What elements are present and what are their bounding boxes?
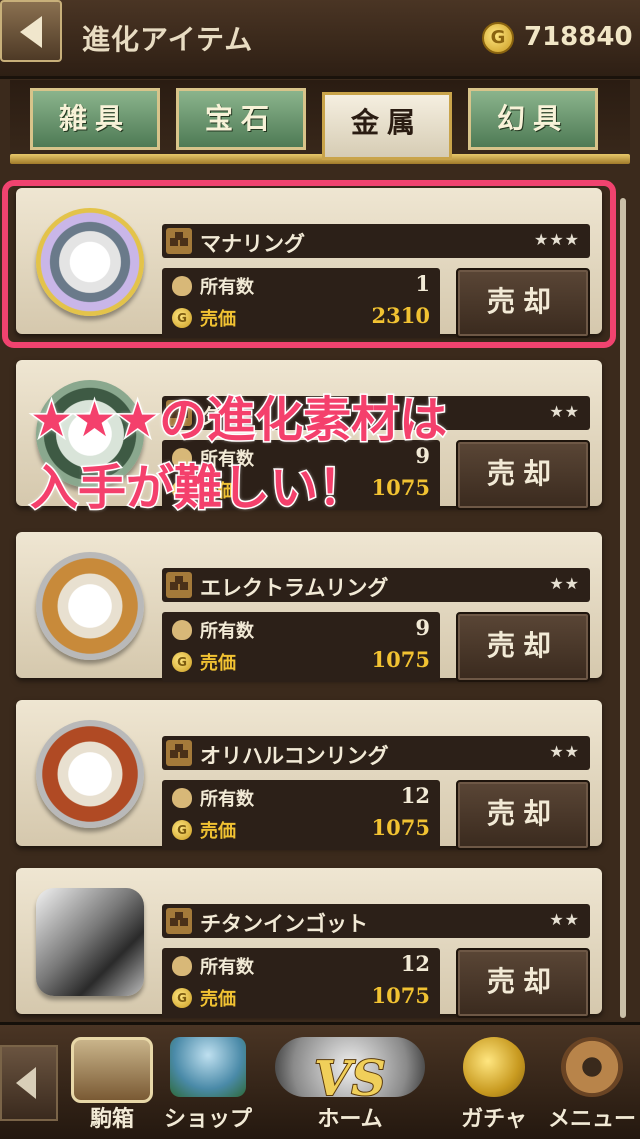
nav-label: ショップ <box>163 1106 253 1133</box>
count-label: 所有数 <box>200 957 254 978</box>
price-label: 売価 <box>200 653 236 674</box>
annotation-line-1: ★★★の進化素材は <box>28 391 448 450</box>
nav-label: メニュー <box>547 1106 637 1133</box>
nav-item-shop[interactable]: ショップ <box>160 1031 256 1135</box>
item-name: オリハルコンリング <box>200 744 389 768</box>
item-name-bar: オリハルコンリング ★★ <box>162 736 590 770</box>
coin-icon: G <box>172 988 192 1008</box>
item-name: エレクトラムリング <box>200 576 389 600</box>
count-label: 所有数 <box>200 621 254 642</box>
count-value: 12 <box>400 783 430 808</box>
item-name-bar: エレクトラムリング ★★ <box>162 568 590 602</box>
vs-emblem: VS <box>313 1050 387 1108</box>
tab-metal[interactable]: 金属 <box>322 92 452 160</box>
titanium-ingot-icon <box>36 888 144 996</box>
item-info: 所有数 12 G 売価 1075 <box>162 780 440 850</box>
gacha-coins-icon <box>463 1037 525 1097</box>
item-info: 所有数 9 G 売価 1075 <box>162 612 440 682</box>
price-value: 1075 <box>371 647 430 672</box>
sell-button[interactable]: 売却 <box>456 948 590 1018</box>
nav-back-button[interactable] <box>0 1045 58 1121</box>
count-label: 所有数 <box>200 789 254 810</box>
back-button[interactable] <box>0 0 62 62</box>
annotation-line-2: 入手が難しい！ <box>28 459 367 518</box>
metal-category-icon <box>166 572 192 598</box>
sell-button[interactable]: 売却 <box>456 780 590 850</box>
bag-icon <box>172 788 192 808</box>
electrum-ring-icon <box>36 552 144 660</box>
tab-gems[interactable]: 宝石 <box>176 88 306 150</box>
count-value: 9 <box>415 615 430 640</box>
nav-label: ホーム <box>316 1106 383 1133</box>
item-name: チタンインゴット <box>200 912 368 936</box>
gear-icon <box>561 1037 623 1097</box>
price-label: 売価 <box>200 821 236 842</box>
shop-icon <box>170 1037 246 1097</box>
bag-icon <box>172 956 192 976</box>
price-value: 1075 <box>371 475 430 500</box>
nav-item-home[interactable]: VS ホーム <box>262 1031 438 1135</box>
item-info: 所有数 12 G 売価 1075 <box>162 948 440 1018</box>
treasure-chest-icon <box>71 1037 153 1103</box>
nav-item-gacha[interactable]: ガチャ <box>446 1031 542 1135</box>
count-value: 12 <box>400 951 430 976</box>
orichalcum-ring-icon <box>36 720 144 828</box>
metal-category-icon <box>166 740 192 766</box>
bag-icon <box>172 620 192 640</box>
rarity-stars: ★★ <box>549 402 580 421</box>
price-value: 1075 <box>371 815 430 840</box>
rarity-stars: ★★ <box>549 574 580 593</box>
tab-artifacts[interactable]: 幻具 <box>468 88 598 150</box>
coin-icon: G <box>172 820 192 840</box>
nav-label: ガチャ <box>460 1106 528 1133</box>
tabs-rail <box>10 154 630 164</box>
nav-item-menu[interactable]: メニュー <box>544 1031 640 1135</box>
rarity-stars: ★★ <box>549 742 580 761</box>
nav-item-box[interactable]: 駒箱 <box>64 1031 160 1135</box>
bottom-nav: 駒箱 ショップ VS ホーム ガチャ メニュー <box>0 1022 640 1139</box>
tab-misc[interactable]: 雑具 <box>30 88 160 150</box>
sell-button[interactable]: 売却 <box>456 612 590 682</box>
rarity-stars: ★★ <box>549 910 580 929</box>
nav-label: 駒箱 <box>89 1106 135 1133</box>
header-bar: 進化アイテム G 718840 <box>0 0 640 79</box>
list-item[interactable]: オリハルコンリング ★★ 所有数 12 G 売価 1075 売却 <box>16 700 602 850</box>
list-item[interactable]: チタンインゴット ★★ 所有数 12 G 売価 1075 売却 <box>16 868 602 1018</box>
price-value: 1075 <box>371 983 430 1008</box>
highlight-frame <box>2 180 616 348</box>
item-name-bar: チタンインゴット ★★ <box>162 904 590 938</box>
scrollbar[interactable] <box>620 198 626 1018</box>
price-label: 売価 <box>200 989 236 1010</box>
metal-category-icon <box>166 908 192 934</box>
gold-amount: 718840 <box>524 22 633 52</box>
item-list[interactable]: マナリング ★★★ 所有数 1 G 売価 2310 売却 ダ ★★ 所有数 9 … <box>0 172 640 1020</box>
gold-coin-icon: G <box>482 22 514 54</box>
page-title: 進化アイテム <box>82 23 254 56</box>
coin-icon: G <box>172 652 192 672</box>
list-item[interactable]: エレクトラムリング ★★ 所有数 9 G 売価 1075 売却 <box>16 532 602 682</box>
sell-button[interactable]: 売却 <box>456 440 590 510</box>
